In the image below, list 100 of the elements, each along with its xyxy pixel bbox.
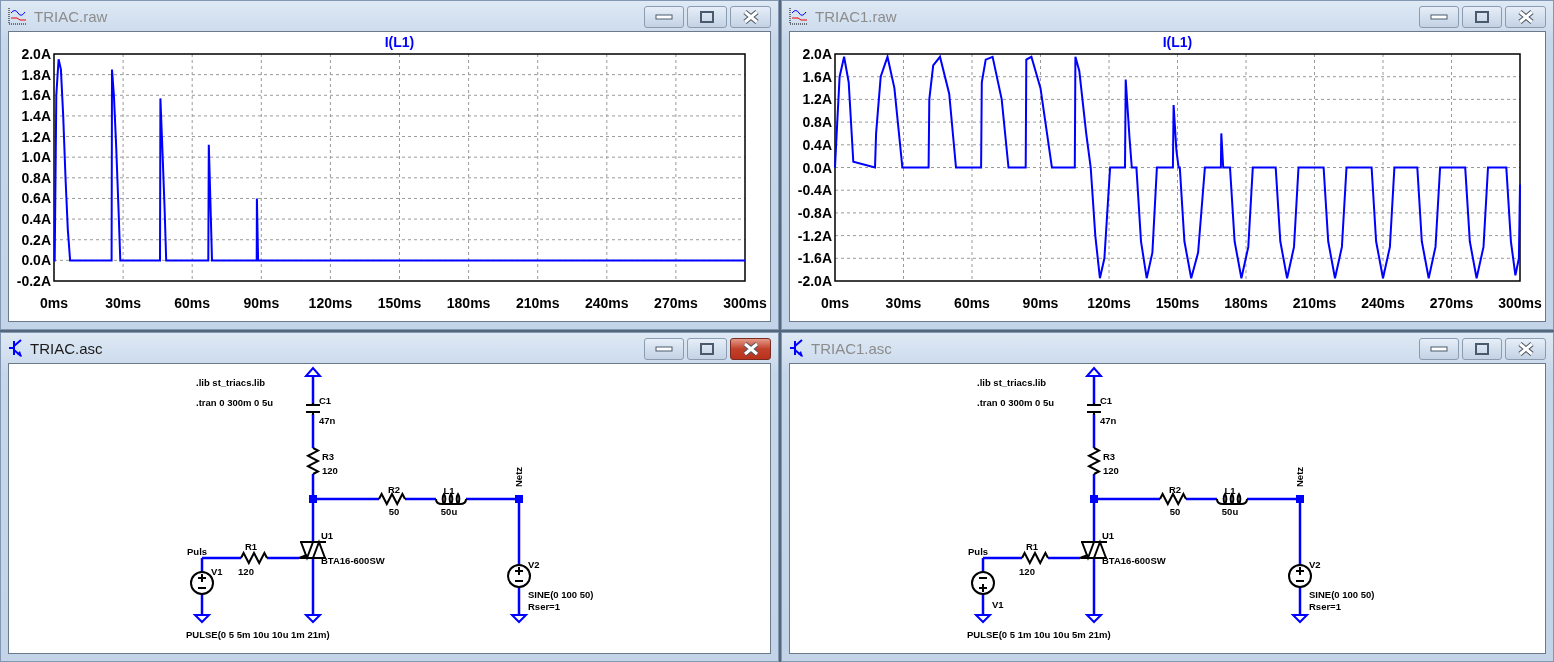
spice-directive: .lib st_triacs.lib bbox=[977, 377, 1047, 388]
maximize-icon bbox=[700, 343, 714, 355]
minimize-button[interactable] bbox=[644, 6, 684, 28]
y-tick-label: 2.0A bbox=[21, 46, 51, 62]
component-value: BTA16-600SW bbox=[1102, 555, 1166, 566]
close-button[interactable] bbox=[1505, 6, 1546, 28]
net-label: Puls bbox=[968, 546, 989, 557]
resistor-symbol bbox=[1159, 491, 1187, 507]
spice-directive: .tran 0 300m 0 5u bbox=[196, 397, 274, 408]
close-button[interactable] bbox=[730, 6, 771, 28]
y-tick-label: -1.2A bbox=[797, 227, 832, 244]
y-tick-label: 0.0A bbox=[802, 159, 832, 176]
component-value: 120 bbox=[238, 566, 254, 577]
y-tick-label: -0.4A bbox=[797, 182, 832, 199]
capacitor-symbol bbox=[305, 402, 321, 416]
component-name: L1 bbox=[1224, 485, 1236, 496]
component-name: U1 bbox=[1102, 530, 1115, 541]
y-tick-label: 0.2A bbox=[21, 231, 51, 248]
y-tick-label: 0.4A bbox=[21, 211, 51, 228]
maximize-icon bbox=[1475, 11, 1489, 23]
minimize-icon bbox=[655, 14, 673, 20]
resistor-symbol bbox=[1021, 550, 1049, 566]
x-tick-label: 30ms bbox=[885, 295, 922, 311]
x-tick-label: 180ms bbox=[446, 295, 491, 311]
x-tick-label: 0ms bbox=[821, 295, 849, 311]
y-tick-label: 2.0A bbox=[802, 46, 832, 62]
capacitor-symbol bbox=[1086, 402, 1102, 416]
close-button[interactable] bbox=[730, 338, 771, 360]
minimize-button[interactable] bbox=[644, 338, 684, 360]
component-value: Rser=1 bbox=[528, 601, 560, 612]
inductor-symbol bbox=[435, 493, 467, 505]
maximize-button[interactable] bbox=[687, 6, 727, 28]
component-value: 120 bbox=[1019, 566, 1035, 577]
y-tick-label: -1.6A bbox=[797, 250, 832, 267]
component-value: BTA16-600SW bbox=[321, 555, 385, 566]
wire bbox=[311, 376, 315, 404]
ground-symbol bbox=[303, 614, 323, 624]
x-tick-label: 150ms bbox=[1155, 295, 1200, 311]
wire bbox=[311, 414, 315, 448]
component-value: PULSE(0 5 1m 10u 10u 5m 21m) bbox=[967, 629, 1111, 640]
component-name: C1 bbox=[319, 395, 332, 406]
y-tick-label: -2.0A bbox=[797, 273, 832, 289]
y-tick-label: 0.0A bbox=[21, 252, 51, 269]
ground-symbol bbox=[1290, 614, 1310, 624]
waveform-plot-icon bbox=[789, 7, 809, 25]
maximize-button[interactable] bbox=[1462, 6, 1502, 28]
close-icon bbox=[742, 10, 759, 24]
component-value: 50 bbox=[1169, 506, 1181, 517]
component-value: 50u bbox=[1221, 506, 1239, 517]
component-name: C1 bbox=[1100, 395, 1113, 406]
wire bbox=[1092, 558, 1096, 615]
x-tick-label: 30ms bbox=[105, 295, 141, 311]
wire bbox=[200, 594, 204, 615]
y-tick-label: 0.4A bbox=[802, 136, 832, 153]
y-tick-label: -0.8A bbox=[797, 204, 832, 221]
component-value: SINE(0 100 50) bbox=[528, 589, 594, 600]
ground-symbol bbox=[1084, 614, 1104, 624]
window-title: TRIAC1.raw bbox=[815, 7, 897, 25]
y-tick-label: 0.6A bbox=[21, 190, 51, 207]
supply-symbol bbox=[303, 366, 323, 377]
maximize-button[interactable] bbox=[1462, 338, 1502, 360]
y-tick-label: -0.2A bbox=[16, 273, 51, 289]
component-name: R1 bbox=[244, 541, 258, 552]
maximize-icon bbox=[700, 11, 714, 23]
y-tick-label: 1.6A bbox=[802, 68, 832, 85]
x-tick-label: 120ms bbox=[308, 295, 353, 311]
wire bbox=[311, 558, 315, 615]
component-name: R2 bbox=[1168, 484, 1182, 495]
wire bbox=[1186, 497, 1217, 501]
close-icon bbox=[742, 342, 759, 356]
transistor-icon bbox=[789, 339, 805, 357]
component-name: L1 bbox=[443, 485, 455, 496]
component-name: R3 bbox=[1103, 451, 1116, 462]
component-value: 47n bbox=[319, 415, 336, 426]
minimize-icon bbox=[1430, 346, 1448, 352]
maximize-button[interactable] bbox=[687, 338, 727, 360]
component-name: R1 bbox=[1025, 541, 1039, 552]
ground-symbol bbox=[973, 614, 993, 624]
y-tick-label: 1.8A bbox=[21, 66, 51, 83]
component-name: V1 bbox=[992, 599, 1004, 610]
window-title: TRIAC.raw bbox=[34, 7, 108, 25]
component-name: R2 bbox=[387, 484, 401, 495]
minimize-icon bbox=[1430, 14, 1448, 20]
y-tick-label: 0.8A bbox=[802, 114, 832, 131]
window-title: TRIAC1.asc bbox=[811, 339, 892, 357]
x-tick-label: 270ms bbox=[654, 295, 698, 311]
transistor-icon bbox=[8, 339, 24, 357]
supply-symbol bbox=[1084, 366, 1104, 377]
x-tick-label: 240ms bbox=[585, 295, 629, 311]
minimize-button[interactable] bbox=[1419, 6, 1459, 28]
net-label: Puls bbox=[187, 546, 208, 557]
x-tick-label: 60ms bbox=[954, 295, 990, 311]
resistor-symbol bbox=[1086, 447, 1102, 475]
minimize-button[interactable] bbox=[1419, 338, 1459, 360]
net-label: Netz bbox=[513, 466, 524, 487]
x-tick-label: 120ms bbox=[1087, 295, 1131, 311]
x-tick-label: 300ms bbox=[723, 295, 767, 311]
ground-symbol bbox=[192, 614, 212, 624]
close-button[interactable] bbox=[1505, 338, 1546, 360]
close-icon bbox=[1517, 10, 1534, 24]
